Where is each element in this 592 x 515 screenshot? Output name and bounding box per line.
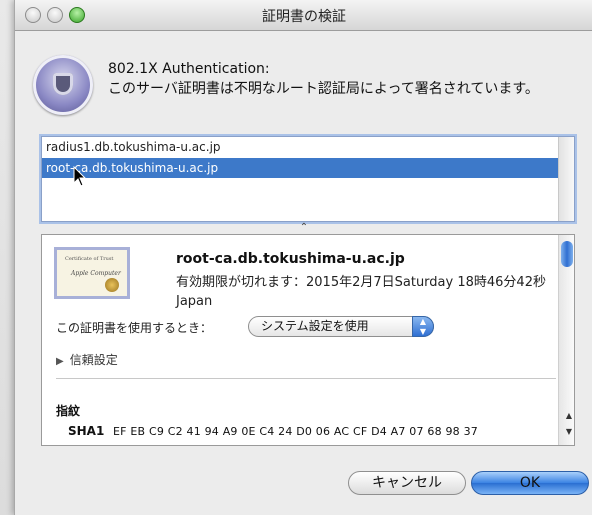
trust-settings-label: 信頼設定 xyxy=(69,353,118,367)
scrollbar-thumb[interactable] xyxy=(561,241,573,267)
ok-button[interactable]: OK xyxy=(471,471,589,495)
certificate-verify-dialog: 証明書の検証 802.1X Authentication: このサーバ証明書は不… xyxy=(14,0,592,515)
scroll-up-arrow-icon[interactable]: ▲ xyxy=(566,411,572,420)
trust-policy-value: システム設定を使用 xyxy=(261,319,369,333)
dialog-message: このサーバ証明書は不明なルート認証局によって署名されています。 xyxy=(108,81,539,97)
disclosure-triangle-icon[interactable]: ▶ xyxy=(56,356,64,367)
list-item-selected[interactable]: root-ca.db.tokushima-u.ac.jp xyxy=(42,158,559,178)
window-title: 証明書の検証 xyxy=(262,9,346,25)
cancel-button[interactable]: キャンセル xyxy=(348,471,466,495)
title-bar: 証明書の検証 xyxy=(15,0,592,31)
background-window-edge xyxy=(0,0,15,515)
details-scrollbar[interactable]: ▲ ▼ xyxy=(558,235,574,445)
sha1-value: EF EB C9 C2 41 94 A9 0E C4 24 D0 06 AC C… xyxy=(113,425,478,438)
certificate-shield-icon xyxy=(33,55,93,115)
shield-icon xyxy=(53,73,73,95)
sha1-label: SHA1 xyxy=(68,424,105,438)
certificate-chain-list[interactable]: radius1.db.tokushima-u.ac.jp root-ca.db.… xyxy=(41,136,575,222)
certificate-common-name: root-ca.db.tokushima-u.ac.jp xyxy=(176,251,405,267)
certificate-document-icon: Certificate of Trust Apple Computer xyxy=(54,247,130,299)
seal-icon xyxy=(105,278,119,292)
divider xyxy=(56,378,556,379)
use-certificate-label: この証明書を使用するとき： xyxy=(56,321,213,335)
scroll-down-arrow-icon[interactable]: ▼ xyxy=(566,427,572,436)
fingerprint-heading: 指紋 xyxy=(56,404,81,418)
certificate-expiry: 有効期限が切れます：2015年2月7日Saturday 18時46分42秒Jap… xyxy=(176,275,546,309)
list-scrollbar[interactable] xyxy=(558,137,574,221)
certificate-details-panel: Certificate of Trust Apple Computer root… xyxy=(41,234,575,446)
mouse-cursor-icon xyxy=(73,166,87,187)
trust-policy-popup[interactable]: システム設定を使用 ▲ ▼ xyxy=(248,316,434,337)
popup-arrows-icon: ▲ ▼ xyxy=(412,316,434,337)
trust-settings-disclosure[interactable]: ▶ 信頼設定 xyxy=(56,351,118,368)
splitter-handle-icon[interactable]: ⌃ xyxy=(15,222,592,233)
list-item[interactable]: radius1.db.tokushima-u.ac.jp xyxy=(42,137,559,157)
dialog-heading: 802.1X Authentication: xyxy=(108,61,270,77)
